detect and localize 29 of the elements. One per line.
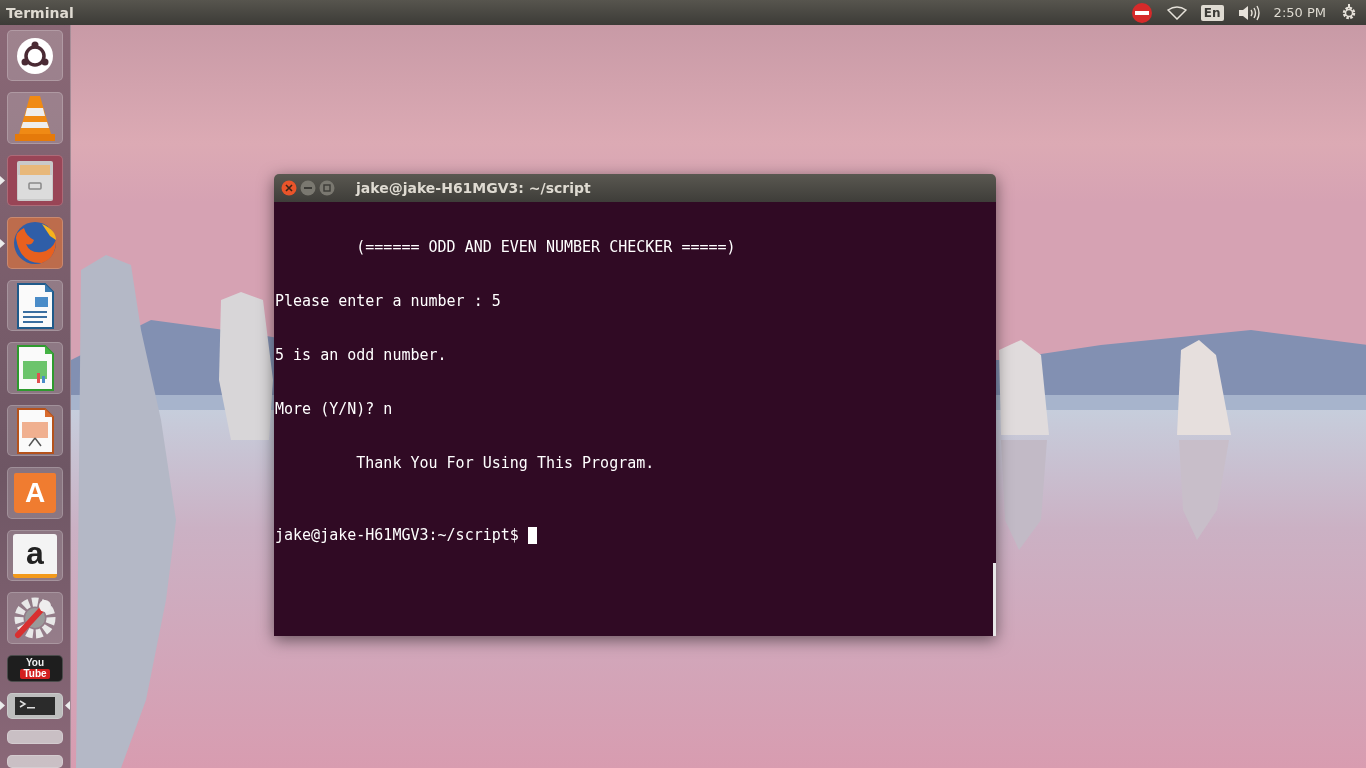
clock[interactable]: 2:50 PM xyxy=(1273,5,1326,20)
scrollbar[interactable] xyxy=(993,563,996,636)
minimize-button[interactable] xyxy=(300,180,316,196)
keyboard-layout-indicator[interactable]: En xyxy=(1200,4,1224,21)
running-indicator-icon xyxy=(0,701,5,711)
document-icon xyxy=(15,407,55,454)
volume-icon[interactable] xyxy=(1237,4,1260,21)
app-title: Terminal xyxy=(6,4,74,21)
launcher-item[interactable]: You Tube xyxy=(7,654,63,682)
terminal-output: (====== ODD AND EVEN NUMBER CHECKER =====) Please enter a number : 5 5 is an odd number. More (Y/N)? n Thank You For Using This Program. xyxy=(275,237,737,474)
ubuntu-logo-icon xyxy=(15,35,55,76)
terminal-icon xyxy=(15,696,55,715)
launcher-item[interactable]: a xyxy=(7,529,63,582)
running-indicator-icon xyxy=(0,176,5,186)
close-button[interactable] xyxy=(281,180,297,196)
wifi-icon[interactable] xyxy=(1166,5,1187,20)
shell-prompt: jake@jake-H61MGV3:~/script$ xyxy=(275,526,520,544)
running-indicator-icon xyxy=(0,238,5,248)
maximize-button[interactable] xyxy=(319,180,335,196)
text-cursor xyxy=(527,526,537,544)
window-title: jake@jake-H61MGV3: ~/script xyxy=(356,180,591,196)
launcher-item[interactable]: a xyxy=(0,529,70,582)
launcher-item[interactable]: You Tube xyxy=(0,654,70,682)
traffic-cone-icon xyxy=(13,94,57,143)
stop-icon[interactable] xyxy=(1130,1,1153,24)
document-icon xyxy=(15,282,55,329)
document-icon xyxy=(15,345,55,392)
settings-icon[interactable] xyxy=(1340,3,1358,22)
globe-fox-icon xyxy=(12,220,58,267)
